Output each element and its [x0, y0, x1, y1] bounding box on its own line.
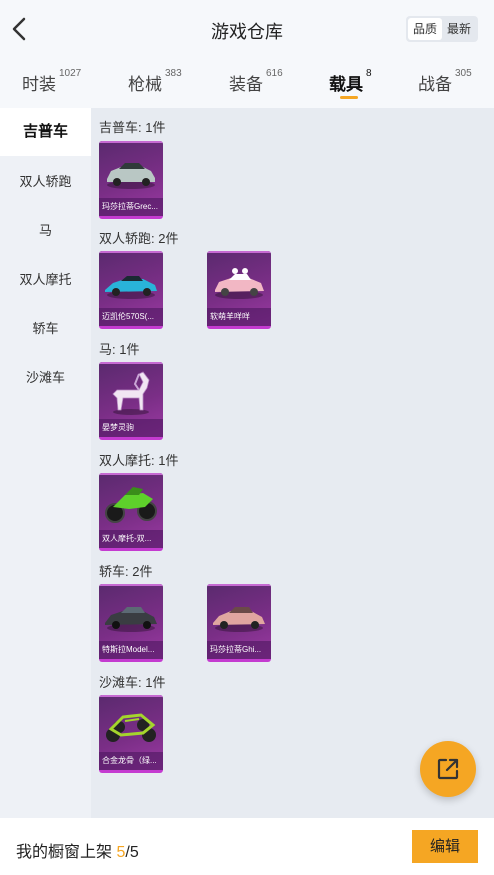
sidebar-item-jeep[interactable]: 吉普车 [0, 108, 91, 156]
sidebar-item-horse[interactable]: 马 [0, 207, 91, 255]
sort-option-newest[interactable]: 最新 [442, 18, 476, 40]
car-icon [105, 276, 157, 299]
tab-weapons[interactable]: 枪械383 [128, 68, 182, 95]
section-label: 马: 1件 [99, 342, 140, 357]
showcase-label: 我的橱窗上架 [16, 844, 113, 861]
showcase-total: 5 [129, 844, 139, 861]
section-label: 轿车: 2件 [99, 564, 153, 579]
active-tab-indicator [340, 96, 358, 99]
vehicle-list: 吉普车: 1件 玛莎拉蒂Grec... 双人轿跑: 2件 迈凯伦570S(...… [91, 108, 494, 818]
vehicle-card[interactable]: 特斯拉Model... [99, 584, 163, 662]
car-icon [107, 163, 155, 189]
vehicle-name: 软萌羊咩咩 [207, 308, 271, 326]
sidebar-item-buggy[interactable]: 沙滩车 [0, 354, 91, 402]
section-label: 吉普车: 1件 [99, 120, 166, 135]
vehicle-name: 合金龙骨（绿... [99, 752, 163, 770]
edit-button[interactable]: 编辑 [412, 830, 478, 863]
vehicle-name: 迈凯伦570S(... [99, 308, 163, 326]
vehicle-name: 双人摩托-双... [99, 530, 163, 548]
vehicle-name: 玛莎拉蒂Grec... [99, 198, 163, 216]
vehicle-card[interactable]: 玛莎拉蒂Grec... [99, 141, 163, 219]
share-button[interactable] [420, 741, 476, 797]
vehicle-name: 晏梦灵驹 [99, 419, 163, 437]
section-label: 双人摩托: 1件 [99, 453, 179, 468]
car-icon [215, 268, 264, 299]
vehicle-type-sidebar: 吉普车 双人轿跑 马 双人摩托 轿车 沙滩车 [0, 108, 91, 818]
section-label: 沙滩车: 1件 [99, 675, 166, 690]
vehicle-name: 玛莎拉蒂Ghi... [207, 641, 271, 659]
section-label: 双人轿跑: 2件 [99, 231, 179, 246]
vehicle-card[interactable]: 双人摩托-双... [99, 473, 163, 551]
sidebar-item-motorcycle[interactable]: 双人摩托 [0, 256, 91, 304]
vehicle-card[interactable]: 软萌羊咩咩 [207, 251, 271, 329]
motorcycle-icon [105, 487, 157, 523]
car-icon [105, 607, 157, 632]
tab-vehicles[interactable]: 载具8 [329, 68, 372, 95]
vehicle-card[interactable]: 晏梦灵驹 [99, 362, 163, 440]
vehicle-card[interactable]: 迈凯伦570S(... [99, 251, 163, 329]
sidebar-item-coupe[interactable]: 双人轿跑 [0, 158, 91, 206]
tab-supplies[interactable]: 战备305 [418, 68, 472, 95]
sort-option-quality[interactable]: 品质 [407, 18, 442, 40]
tab-fashion[interactable]: 时装1027 [22, 68, 81, 95]
vehicle-name: 特斯拉Model... [99, 641, 163, 659]
showcase-footer: 我的橱窗上架 5/5 编辑 [0, 818, 494, 875]
buggy-icon [106, 713, 156, 742]
showcase-count: 我的橱窗上架 5/5 [16, 838, 139, 862]
vehicle-card[interactable]: 合金龙骨（绿... [99, 695, 163, 773]
tab-equipment[interactable]: 装备616 [229, 68, 283, 95]
sidebar-item-sedan[interactable]: 轿车 [0, 305, 91, 353]
external-link-icon [437, 758, 459, 780]
horse-icon [112, 371, 150, 415]
car-icon [213, 607, 265, 632]
sort-toggle: 品质 最新 [405, 16, 478, 42]
vehicle-card[interactable]: 玛莎拉蒂Ghi... [207, 584, 271, 662]
category-tabs: 时装1027 枪械383 装备616 载具8 战备305 [0, 58, 494, 108]
top-bar: 游戏仓库 品质 最新 [0, 0, 494, 58]
